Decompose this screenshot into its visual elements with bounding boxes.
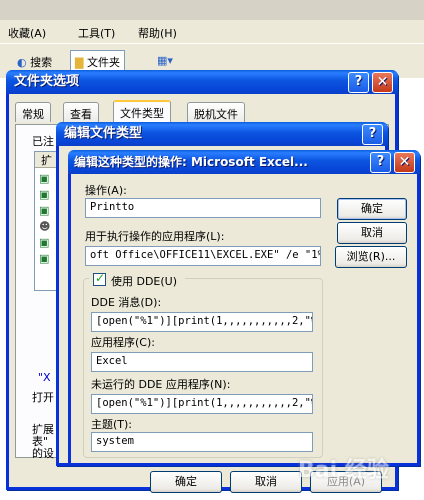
detail-text: 打开 <box>32 391 54 404</box>
ok-button[interactable]: 确定 <box>337 198 407 220</box>
close-icon: ✕ <box>376 74 389 90</box>
edit-file-type-titlebar: 编辑文件类型 ? <box>56 122 388 146</box>
folder-options-title: 文件夹选项 <box>14 74 80 89</box>
tab-strip: 常规 查看 文件类型 脱机文件 <box>9 100 395 124</box>
use-dde-checkbox[interactable] <box>93 271 106 286</box>
close-icon: ✕ <box>398 154 411 170</box>
search-button[interactable]: ◐ 搜索 <box>12 50 57 72</box>
application-path-field[interactable]: oft Office\OFFICE11\EXCEL.EXE" /e "1%" <box>85 246 321 266</box>
folder-icon: ▇ <box>75 56 84 69</box>
browse-button[interactable]: 浏览(R)... <box>335 246 407 268</box>
help-button[interactable]: ? <box>348 72 369 93</box>
explorer-menubar: 收藏(A) 工具(T) 帮助(H) <box>0 20 424 44</box>
use-dde-row: 使用 DDE(U) <box>89 271 185 289</box>
dde-not-running-label: 未运行的 DDE 应用程序(N): <box>91 378 231 391</box>
edit-action-titlebar: 编辑这种类型的操作: Microsoft Excel... ? ✕ <box>68 150 420 174</box>
views-icon: ▦▾ <box>157 54 173 67</box>
tab-file-types[interactable]: 文件类型 <box>113 100 171 122</box>
question-icon: ? <box>368 126 377 141</box>
folder-options-ok-button[interactable]: 确定 <box>150 471 222 493</box>
application-field[interactable]: Excel <box>91 352 313 372</box>
close-button[interactable]: ✕ <box>394 152 415 173</box>
topic-field[interactable]: system <box>91 432 313 452</box>
action-field[interactable]: Printto <box>85 198 321 218</box>
close-button[interactable]: ✕ <box>372 72 393 93</box>
menu-tools[interactable]: 工具(T) <box>78 25 115 41</box>
watermark-logo: Bai 经验 <box>298 458 389 483</box>
application-label: 应用程序(C): <box>91 336 155 349</box>
folder-options-cancel-button[interactable]: 取消 <box>230 471 302 493</box>
cancel-button[interactable]: 取消 <box>337 222 407 244</box>
views-button[interactable]: ▦▾ <box>152 50 186 72</box>
tab-view[interactable]: 查看 <box>63 102 99 122</box>
detail-text: 的设 <box>32 447 54 460</box>
edit-file-type-title: 编辑文件类型 <box>64 126 143 141</box>
folder-options-titlebar: 文件夹选项 ? ✕ <box>6 70 398 94</box>
folders-button[interactable]: ▇ 文件夹 <box>70 50 125 72</box>
question-icon: ? <box>376 154 385 169</box>
tab-general[interactable]: 常规 <box>15 102 51 122</box>
question-icon: ? <box>354 74 363 89</box>
explorer-titlebar-strip <box>0 0 424 20</box>
menu-favorites[interactable]: 收藏(A) <box>8 25 46 41</box>
menu-help[interactable]: 帮助(H) <box>138 25 177 41</box>
detail-text: "X <box>38 371 51 384</box>
application-path-label: 用于执行操作的应用程序(L): <box>85 230 225 243</box>
use-dde-label[interactable]: 使用 DDE(U) <box>111 273 177 289</box>
tab-offline-files[interactable]: 脱机文件 <box>187 102 245 122</box>
registered-types-label: 已注 <box>32 135 54 148</box>
help-button[interactable]: ? <box>362 124 383 145</box>
search-icon: ◐ <box>17 56 27 69</box>
dde-not-running-field[interactable]: [open("%1")][print(1,,,,,,,,,,,2,"% <box>91 394 313 414</box>
edit-action-title: 编辑这种类型的操作: Microsoft Excel... <box>74 155 308 169</box>
dde-message-field[interactable]: [open("%1")][print(1,,,,,,,,,,,2,"% <box>91 312 313 332</box>
help-button[interactable]: ? <box>370 152 391 173</box>
dde-message-label: DDE 消息(D): <box>91 296 162 309</box>
action-label: 操作(A): <box>85 184 127 197</box>
edit-action-dialog: 编辑这种类型的操作: Microsoft Excel... ? ✕ 操作(A):… <box>68 150 420 466</box>
topic-label: 主题(T): <box>91 418 133 431</box>
